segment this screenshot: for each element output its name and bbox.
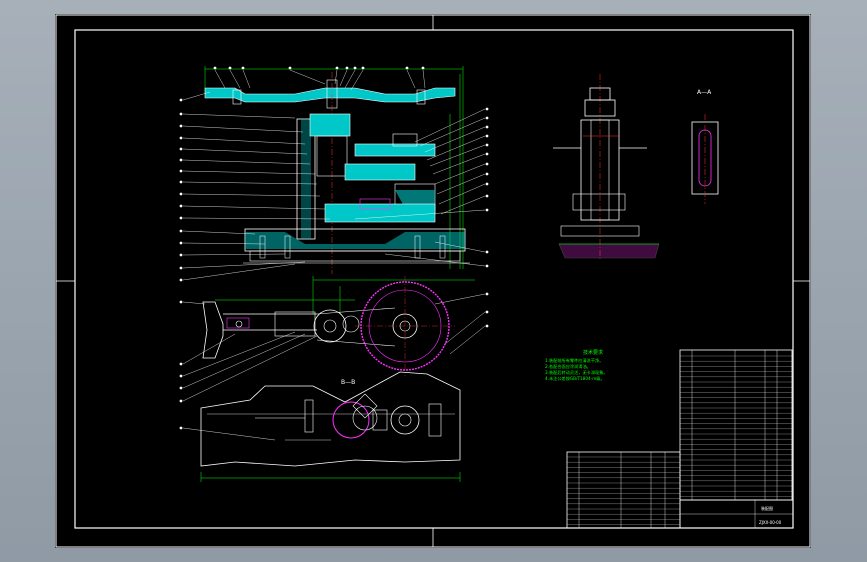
tech-req-line-3: 3.装配后转动灵活，无卡滞现象。 — [545, 369, 608, 376]
balloon-marker — [179, 147, 183, 151]
balloon-marker — [179, 278, 183, 282]
balloon-marker — [345, 66, 349, 70]
balloon-marker — [485, 292, 489, 296]
balloon-marker — [485, 182, 489, 186]
balloon-marker — [179, 158, 183, 162]
balloon-marker — [179, 426, 183, 430]
drawing-number: ZJXX-00-00 — [759, 520, 782, 525]
balloon-marker — [485, 125, 489, 129]
balloon-marker — [179, 216, 183, 220]
balloon-marker — [485, 172, 489, 176]
balloon-marker — [485, 208, 489, 212]
balloon-marker — [228, 66, 232, 70]
balloon-marker — [179, 204, 183, 208]
section-a-label: A—A — [697, 89, 712, 96]
balloon-marker — [485, 152, 489, 156]
balloon-marker — [335, 66, 339, 70]
balloon-marker — [213, 66, 217, 70]
section-b-label: B—B — [341, 379, 355, 386]
balloon-marker — [485, 107, 489, 111]
technical-requirements: 技术要求 1.装配前所有零件应清洗干净。 2.各配合面应涂润滑油。 3.装配后转… — [545, 349, 608, 382]
balloon-marker — [485, 143, 489, 147]
tech-req-line-4: 4.未注公差按GB/T1804-m级。 — [545, 375, 605, 382]
balloon-marker — [421, 66, 425, 70]
balloon-marker — [485, 162, 489, 166]
cad-viewport[interactable]: B—B A—A 技术要求 1.装配前所有零件应清洗干净。 2.各配合面应涂润滑油… — [0, 0, 867, 562]
balloon-marker — [485, 194, 489, 198]
balloon-marker — [179, 192, 183, 196]
main-section-view[interactable] — [182, 66, 486, 281]
balloon-marker — [179, 112, 183, 116]
balloon-marker — [485, 116, 489, 120]
balloon-marker — [179, 362, 183, 366]
tech-req-line-2: 2.各配合面应涂润滑油。 — [545, 363, 591, 370]
balloon-marker — [179, 300, 183, 304]
balloon-marker — [179, 386, 183, 390]
balloon-marker — [353, 66, 357, 70]
balloon-marker — [405, 66, 409, 70]
balloon-marker — [485, 264, 489, 268]
balloon-marker — [288, 66, 292, 70]
balloon-marker — [361, 66, 365, 70]
plan-view[interactable] — [182, 276, 486, 402]
side-view[interactable] — [553, 74, 660, 259]
tech-req-line-1: 1.装配前所有零件应清洗干净。 — [545, 357, 603, 364]
balloon-marker — [179, 180, 183, 184]
balloon-marker — [485, 310, 489, 314]
tech-req-title: 技术要求 — [583, 349, 603, 356]
balloon-marker — [485, 250, 489, 254]
section-b-view[interactable]: B—B — [182, 371, 461, 482]
balloon-marker — [241, 66, 245, 70]
drawing-sheet[interactable]: B—B A—A 技术要求 1.装配前所有零件应清洗干净。 2.各配合面应涂润滑油… — [55, 14, 811, 548]
balloon-marker — [179, 169, 183, 173]
drawing-canvas: B—B A—A 技术要求 1.装配前所有零件应清洗干净。 2.各配合面应涂润滑油… — [55, 14, 811, 548]
balloon-marker — [485, 324, 489, 328]
section-a-view[interactable]: A—A — [691, 89, 719, 204]
drawing-frame — [74, 29, 794, 529]
drawing-name: 装配图 — [761, 505, 773, 511]
balloon-marker — [179, 229, 183, 233]
balloon-marker — [179, 98, 183, 102]
balloon-marker — [179, 241, 183, 245]
balloon-marker — [179, 374, 183, 378]
balloon-marker — [179, 266, 183, 270]
balloon-marker — [485, 134, 489, 138]
balloon-marker — [179, 399, 183, 403]
balloon-marker — [179, 124, 183, 128]
balloon-marker — [179, 136, 183, 140]
balloon-marker — [179, 253, 183, 257]
